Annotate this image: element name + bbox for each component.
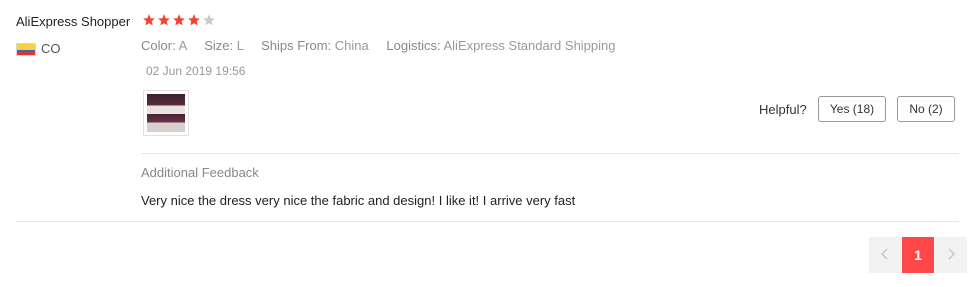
review-photo-image [147, 94, 185, 132]
next-page-button[interactable] [935, 237, 967, 273]
star-icon [172, 13, 186, 27]
reviewer-name: AliExpress Shopper [16, 14, 131, 29]
feedback-text: Very nice the dress very nice the fabric… [141, 193, 576, 208]
attribute-label: Logistics: [386, 38, 441, 53]
chevron-right-icon [946, 247, 956, 263]
attribute-logistics: Logistics: AliExpress Standard Shipping [386, 38, 615, 53]
attribute-label: Size: [204, 38, 234, 53]
pagination: 1 [869, 237, 967, 273]
attribute-value: A [178, 38, 187, 53]
review-date: 02 Jun 2019 19:56 [146, 64, 246, 78]
helpful-yes-button[interactable]: Yes (18) [818, 96, 886, 122]
attribute-color: Color: A [141, 38, 190, 53]
star-icon [157, 13, 171, 27]
star-empty-icon [202, 13, 216, 27]
attribute-label: Ships From: [261, 38, 332, 53]
chevron-left-icon [880, 247, 890, 263]
page-number-current[interactable]: 1 [902, 237, 934, 273]
helpful-no-button[interactable]: No (2) [897, 96, 955, 122]
attribute-ships-from: Ships From: China [261, 38, 372, 53]
star-rating [142, 13, 216, 27]
prev-page-button[interactable] [869, 237, 901, 273]
attribute-value: AliExpress Standard Shipping [443, 38, 616, 53]
country-flag-icon [16, 43, 36, 56]
additional-feedback-title: Additional Feedback [141, 165, 259, 180]
attribute-label: Color: [141, 38, 176, 53]
divider [141, 153, 959, 154]
review-photo-thumbnail[interactable] [143, 90, 189, 136]
product-attributes: Color: A Size: L Ships From: China Logis… [141, 38, 630, 53]
attribute-value: L [236, 38, 244, 53]
attribute-size: Size: L [204, 38, 247, 53]
review-item: AliExpress Shopper CO Color: A Size: L S… [16, 0, 959, 222]
country-code: CO [41, 41, 61, 56]
star-icon [187, 13, 201, 27]
star-icon [142, 13, 156, 27]
helpful-label: Helpful? [759, 102, 807, 117]
attribute-value: China [334, 38, 369, 53]
